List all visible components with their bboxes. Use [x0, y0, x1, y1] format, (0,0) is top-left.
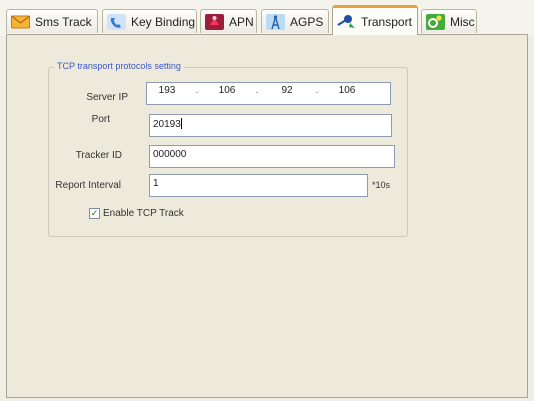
tracker-id-field[interactable]: 000000 [149, 145, 395, 168]
tab-label: Key Binding [131, 14, 196, 29]
port-field[interactable]: 20193 [149, 114, 392, 137]
ip-octet-3[interactable]: 92 [267, 85, 307, 96]
phone-icon [107, 13, 126, 30]
server-ip-label: Server IP [86, 92, 128, 103]
tab-sms-track[interactable]: Sms Track [6, 9, 98, 33]
report-interval-value: 1 [153, 178, 159, 189]
report-interval-field[interactable]: 1 [149, 174, 368, 197]
tab-bar: Sms Track Key Binding APN AGPS Transport… [0, 0, 534, 36]
checkbox-check-icon[interactable]: ✓ [89, 208, 100, 219]
tab-label: Sms Track [35, 14, 92, 29]
gears-icon [426, 13, 445, 30]
tab-transport[interactable]: Transport [332, 5, 418, 35]
tab-key-binding[interactable]: Key Binding [102, 9, 197, 33]
envelope-icon [11, 15, 30, 28]
ip-octet-2[interactable]: 106 [207, 85, 247, 96]
ip-separator: . [195, 85, 199, 96]
tracker-id-value: 000000 [153, 149, 187, 160]
tab-label: Transport [361, 14, 412, 29]
ip-octet-4[interactable]: 106 [327, 85, 367, 96]
tab-agps[interactable]: AGPS [261, 9, 329, 33]
server-ip-field[interactable]: 193 . 106 . 92 . 106 [146, 82, 391, 105]
interval-unit: *10s [372, 180, 391, 190]
tower-icon [266, 13, 285, 30]
satellite-icon [337, 14, 355, 28]
enable-tcp-track-label: Enable TCP Track [103, 208, 184, 219]
tab-label: AGPS [290, 14, 324, 29]
enable-tcp-track-checkbox[interactable]: ✓ Enable TCP Track [89, 208, 184, 219]
port-label: Port [91, 114, 110, 125]
text-cursor [180, 118, 182, 129]
antenna-icon [205, 13, 224, 30]
tab-apn[interactable]: APN [200, 9, 257, 33]
tab-misc[interactable]: Misc [421, 9, 477, 33]
port-value: 20193 [153, 119, 181, 130]
group-legend: TCP transport protocols setting [54, 61, 184, 71]
tab-label: Misc [450, 14, 475, 29]
report-interval-label: Report Interval [55, 180, 121, 191]
tracker-id-label: Tracker ID [75, 150, 122, 161]
tab-label: APN [229, 14, 254, 29]
ip-octet-1[interactable]: 193 [147, 85, 187, 96]
ip-separator: . [255, 85, 259, 96]
ip-separator: . [315, 85, 319, 96]
